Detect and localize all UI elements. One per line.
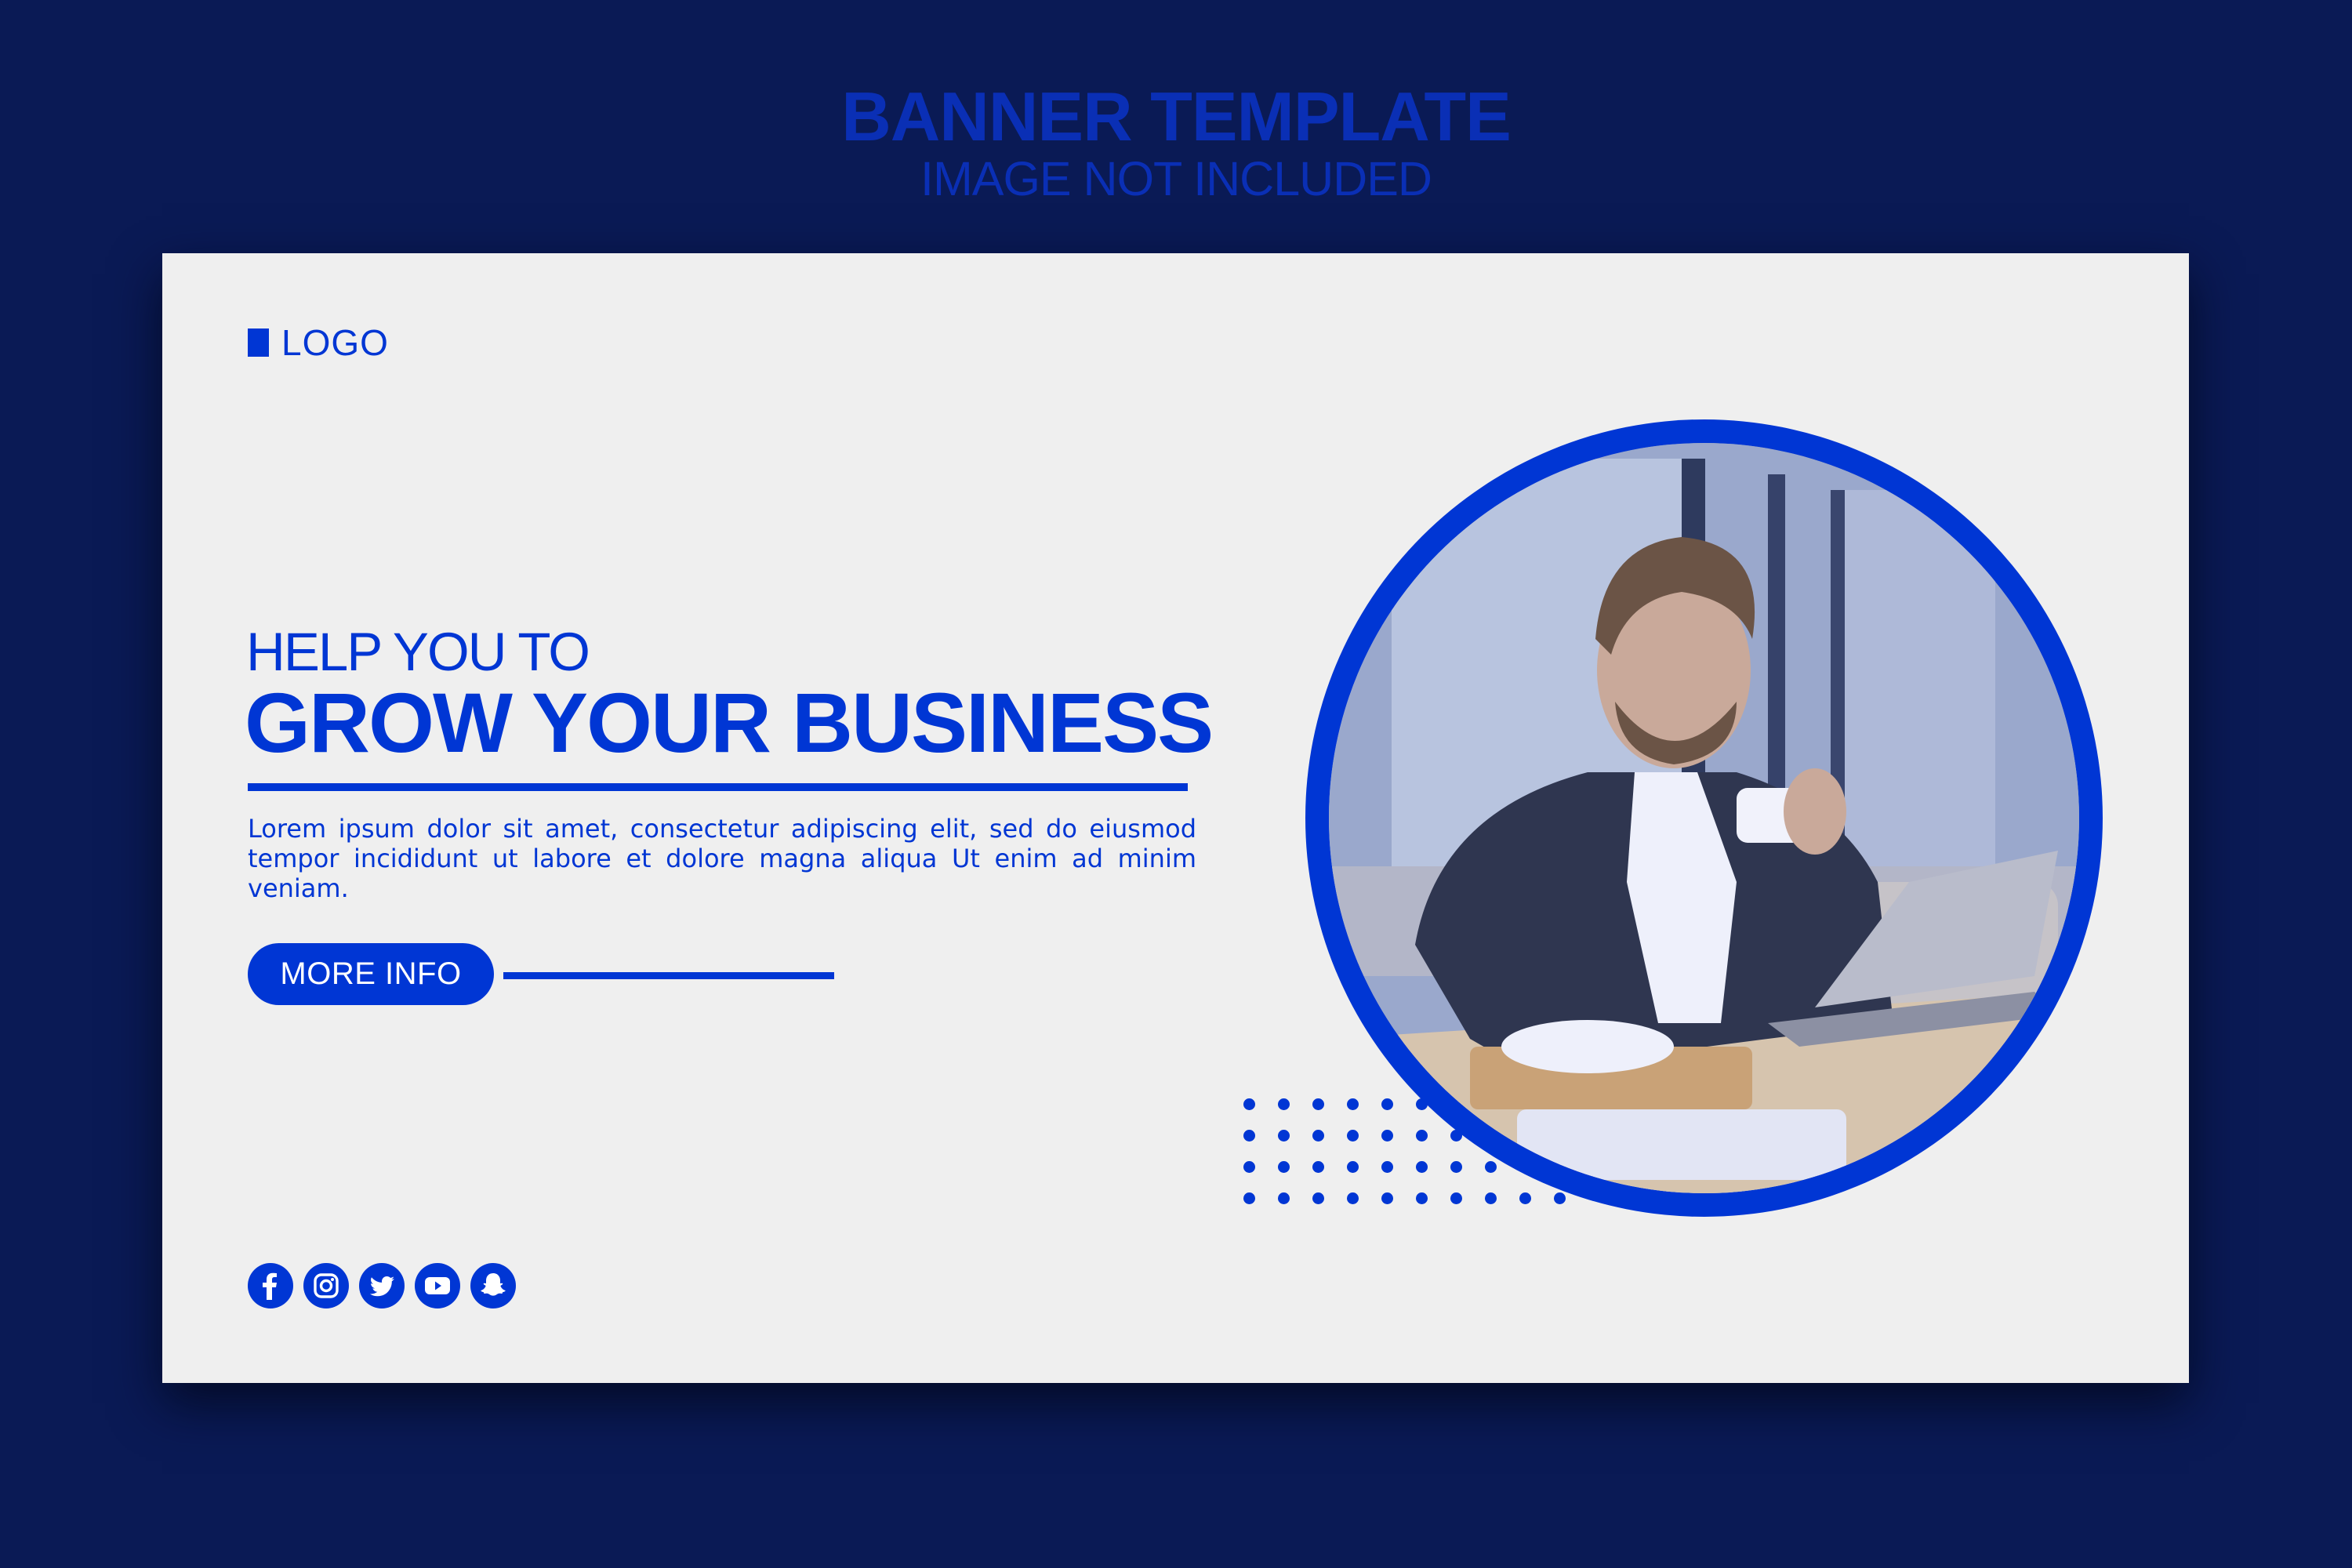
template-subtitle: IMAGE NOT INCLUDED <box>920 152 1432 205</box>
pattern-dot <box>1278 1098 1290 1110</box>
pattern-dot <box>1312 1161 1324 1173</box>
photo-illustration <box>1329 443 2079 1193</box>
pattern-dot <box>1312 1098 1324 1110</box>
photo-frame-ring <box>1305 419 2103 1217</box>
instagram-icon[interactable] <box>303 1263 349 1308</box>
snapchat-icon[interactable] <box>470 1263 516 1308</box>
pattern-dot <box>1485 1192 1497 1204</box>
pattern-dot <box>1312 1130 1324 1142</box>
pattern-dot <box>1416 1130 1428 1142</box>
pattern-dot <box>1416 1161 1428 1173</box>
pattern-dot <box>1243 1130 1255 1142</box>
banner-card: LOGO HELP YOU TO GROW YOUR BUSINESS Lore… <box>162 253 2189 1383</box>
pattern-dot <box>1347 1098 1359 1110</box>
pattern-dot <box>1381 1192 1393 1204</box>
twitter-icon[interactable] <box>359 1263 405 1308</box>
pattern-dot <box>1243 1098 1255 1110</box>
pattern-dot <box>1381 1161 1393 1173</box>
pattern-dot <box>1450 1192 1462 1204</box>
pattern-dot <box>1485 1161 1497 1173</box>
pattern-dot <box>1312 1192 1324 1204</box>
pattern-dot <box>1519 1192 1531 1204</box>
pattern-dot <box>1243 1161 1255 1173</box>
template-title: BANNER TEMPLATE <box>841 78 1512 155</box>
pattern-dot <box>1278 1192 1290 1204</box>
pattern-dot <box>1347 1192 1359 1204</box>
pattern-dot <box>1347 1161 1359 1173</box>
social-links <box>248 1263 516 1308</box>
pattern-dot <box>1278 1161 1290 1173</box>
pattern-dot <box>1450 1161 1462 1173</box>
pattern-dot <box>1278 1130 1290 1142</box>
pattern-dot <box>1347 1130 1359 1142</box>
pattern-dot <box>1554 1192 1566 1204</box>
pattern-dot <box>1381 1130 1393 1142</box>
youtube-icon[interactable] <box>415 1263 460 1308</box>
facebook-icon[interactable] <box>248 1263 293 1308</box>
pattern-dot <box>1416 1192 1428 1204</box>
pattern-dot <box>1243 1192 1255 1204</box>
business-photo <box>1329 443 2079 1193</box>
pattern-dot <box>1381 1098 1393 1110</box>
